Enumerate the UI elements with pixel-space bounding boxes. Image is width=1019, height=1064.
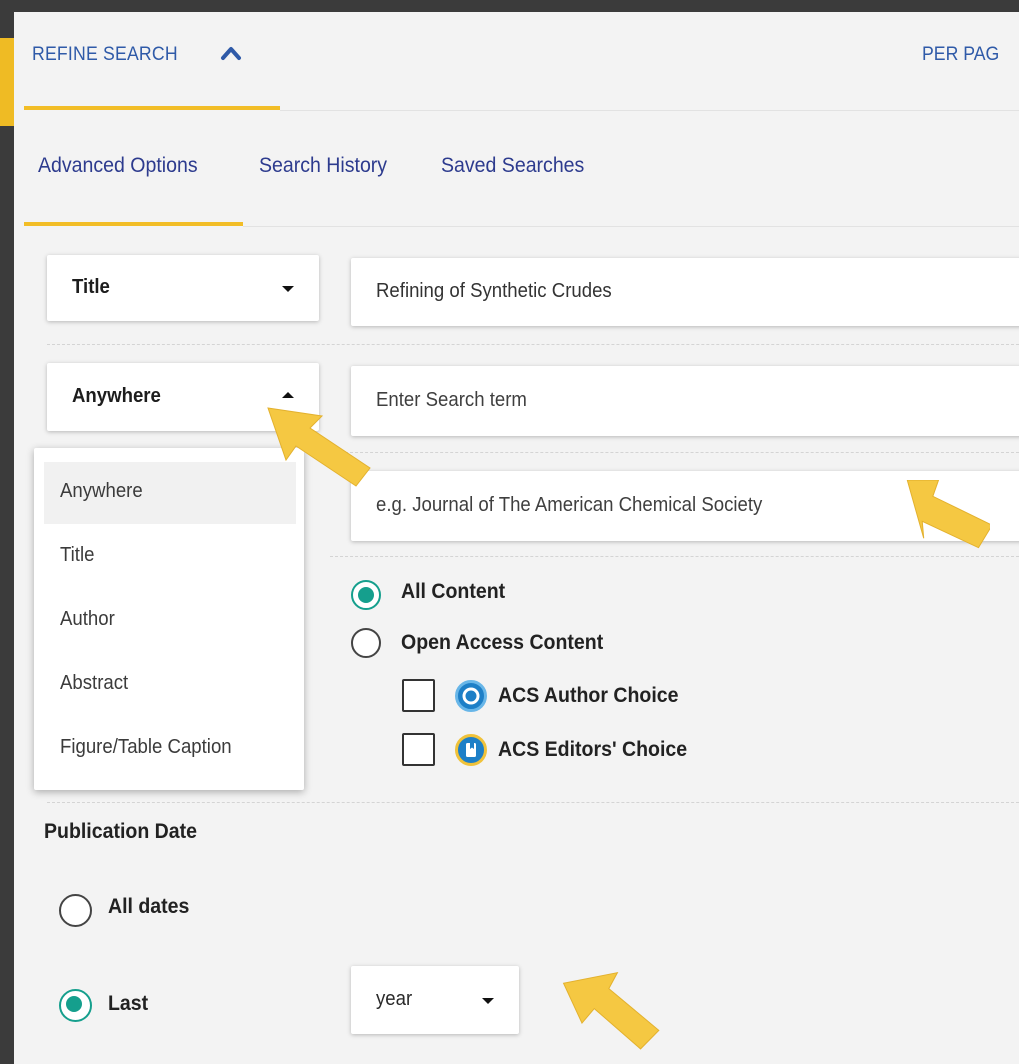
row-separator [47, 344, 1019, 345]
all-dates-radio[interactable] [59, 894, 92, 927]
publication-date-title: Publication Date [44, 820, 198, 843]
field-options-dropdown: Anywhere Title Author Abstract Figure/Ta… [34, 448, 304, 790]
dropdown-option-anywhere[interactable]: Anywhere [60, 480, 143, 503]
last-radio[interactable] [59, 989, 92, 1022]
search-term-value: Refining of Synthetic Crudes [376, 280, 612, 302]
refine-search-toggle[interactable]: REFINE SEARCH [32, 44, 178, 66]
row-separator [330, 452, 1019, 453]
period-select-value: year [376, 988, 413, 1010]
dropdown-option-abstract[interactable]: Abstract [60, 672, 128, 695]
last-label: Last [108, 992, 149, 1015]
acs-author-choice-label: ACS Author Choice [498, 684, 679, 707]
field-select-value: Anywhere [72, 385, 161, 407]
tab-search-history[interactable]: Search History [259, 154, 387, 178]
all-content-label: All Content [401, 580, 506, 603]
per-page-selector[interactable]: PER PAG [922, 44, 999, 66]
dropdown-option-figure-table-caption[interactable]: Figure/Table Caption [60, 736, 232, 759]
field-select-value: Title [72, 276, 110, 298]
search-term-input-row-2[interactable]: Enter Search term [351, 366, 1019, 436]
header-divider [280, 110, 1019, 111]
annotation-arrow-icon [562, 971, 660, 1050]
all-dates-label: All dates [108, 895, 190, 918]
tab-advanced-options[interactable]: Advanced Options [38, 154, 198, 178]
acs-editors-choice-label: ACS Editors' Choice [498, 738, 688, 761]
period-select[interactable]: year [351, 966, 519, 1034]
tab-saved-searches[interactable]: Saved Searches [441, 154, 584, 178]
side-accent-tab [0, 38, 14, 126]
all-content-radio[interactable] [351, 580, 381, 610]
caret-down-icon [482, 998, 494, 1004]
tabs-divider [243, 226, 1019, 227]
caret-down-icon [282, 286, 294, 292]
acs-editors-choice-icon [455, 734, 487, 766]
active-tab-underline [24, 222, 243, 226]
search-term-input-row-1[interactable]: Refining of Synthetic Crudes [351, 258, 1019, 326]
open-access-radio[interactable] [351, 628, 381, 658]
chevron-up-icon[interactable] [220, 44, 242, 62]
acs-author-choice-checkbox[interactable] [402, 679, 435, 712]
dropdown-option-author[interactable]: Author [60, 608, 115, 631]
search-term-placeholder: Enter Search term [376, 389, 527, 411]
open-access-label: Open Access Content [401, 631, 604, 654]
refine-search-underline [24, 106, 280, 110]
acs-editors-choice-checkbox[interactable] [402, 733, 435, 766]
dropdown-option-title[interactable]: Title [60, 544, 94, 567]
row-separator [47, 802, 1019, 803]
journal-input-placeholder: e.g. Journal of The American Chemical So… [376, 494, 763, 516]
annotation-arrow-icon [906, 480, 990, 549]
annotation-arrow-icon [267, 407, 371, 487]
acs-author-choice-icon [455, 680, 487, 712]
field-select-row-1[interactable]: Title [47, 255, 319, 321]
